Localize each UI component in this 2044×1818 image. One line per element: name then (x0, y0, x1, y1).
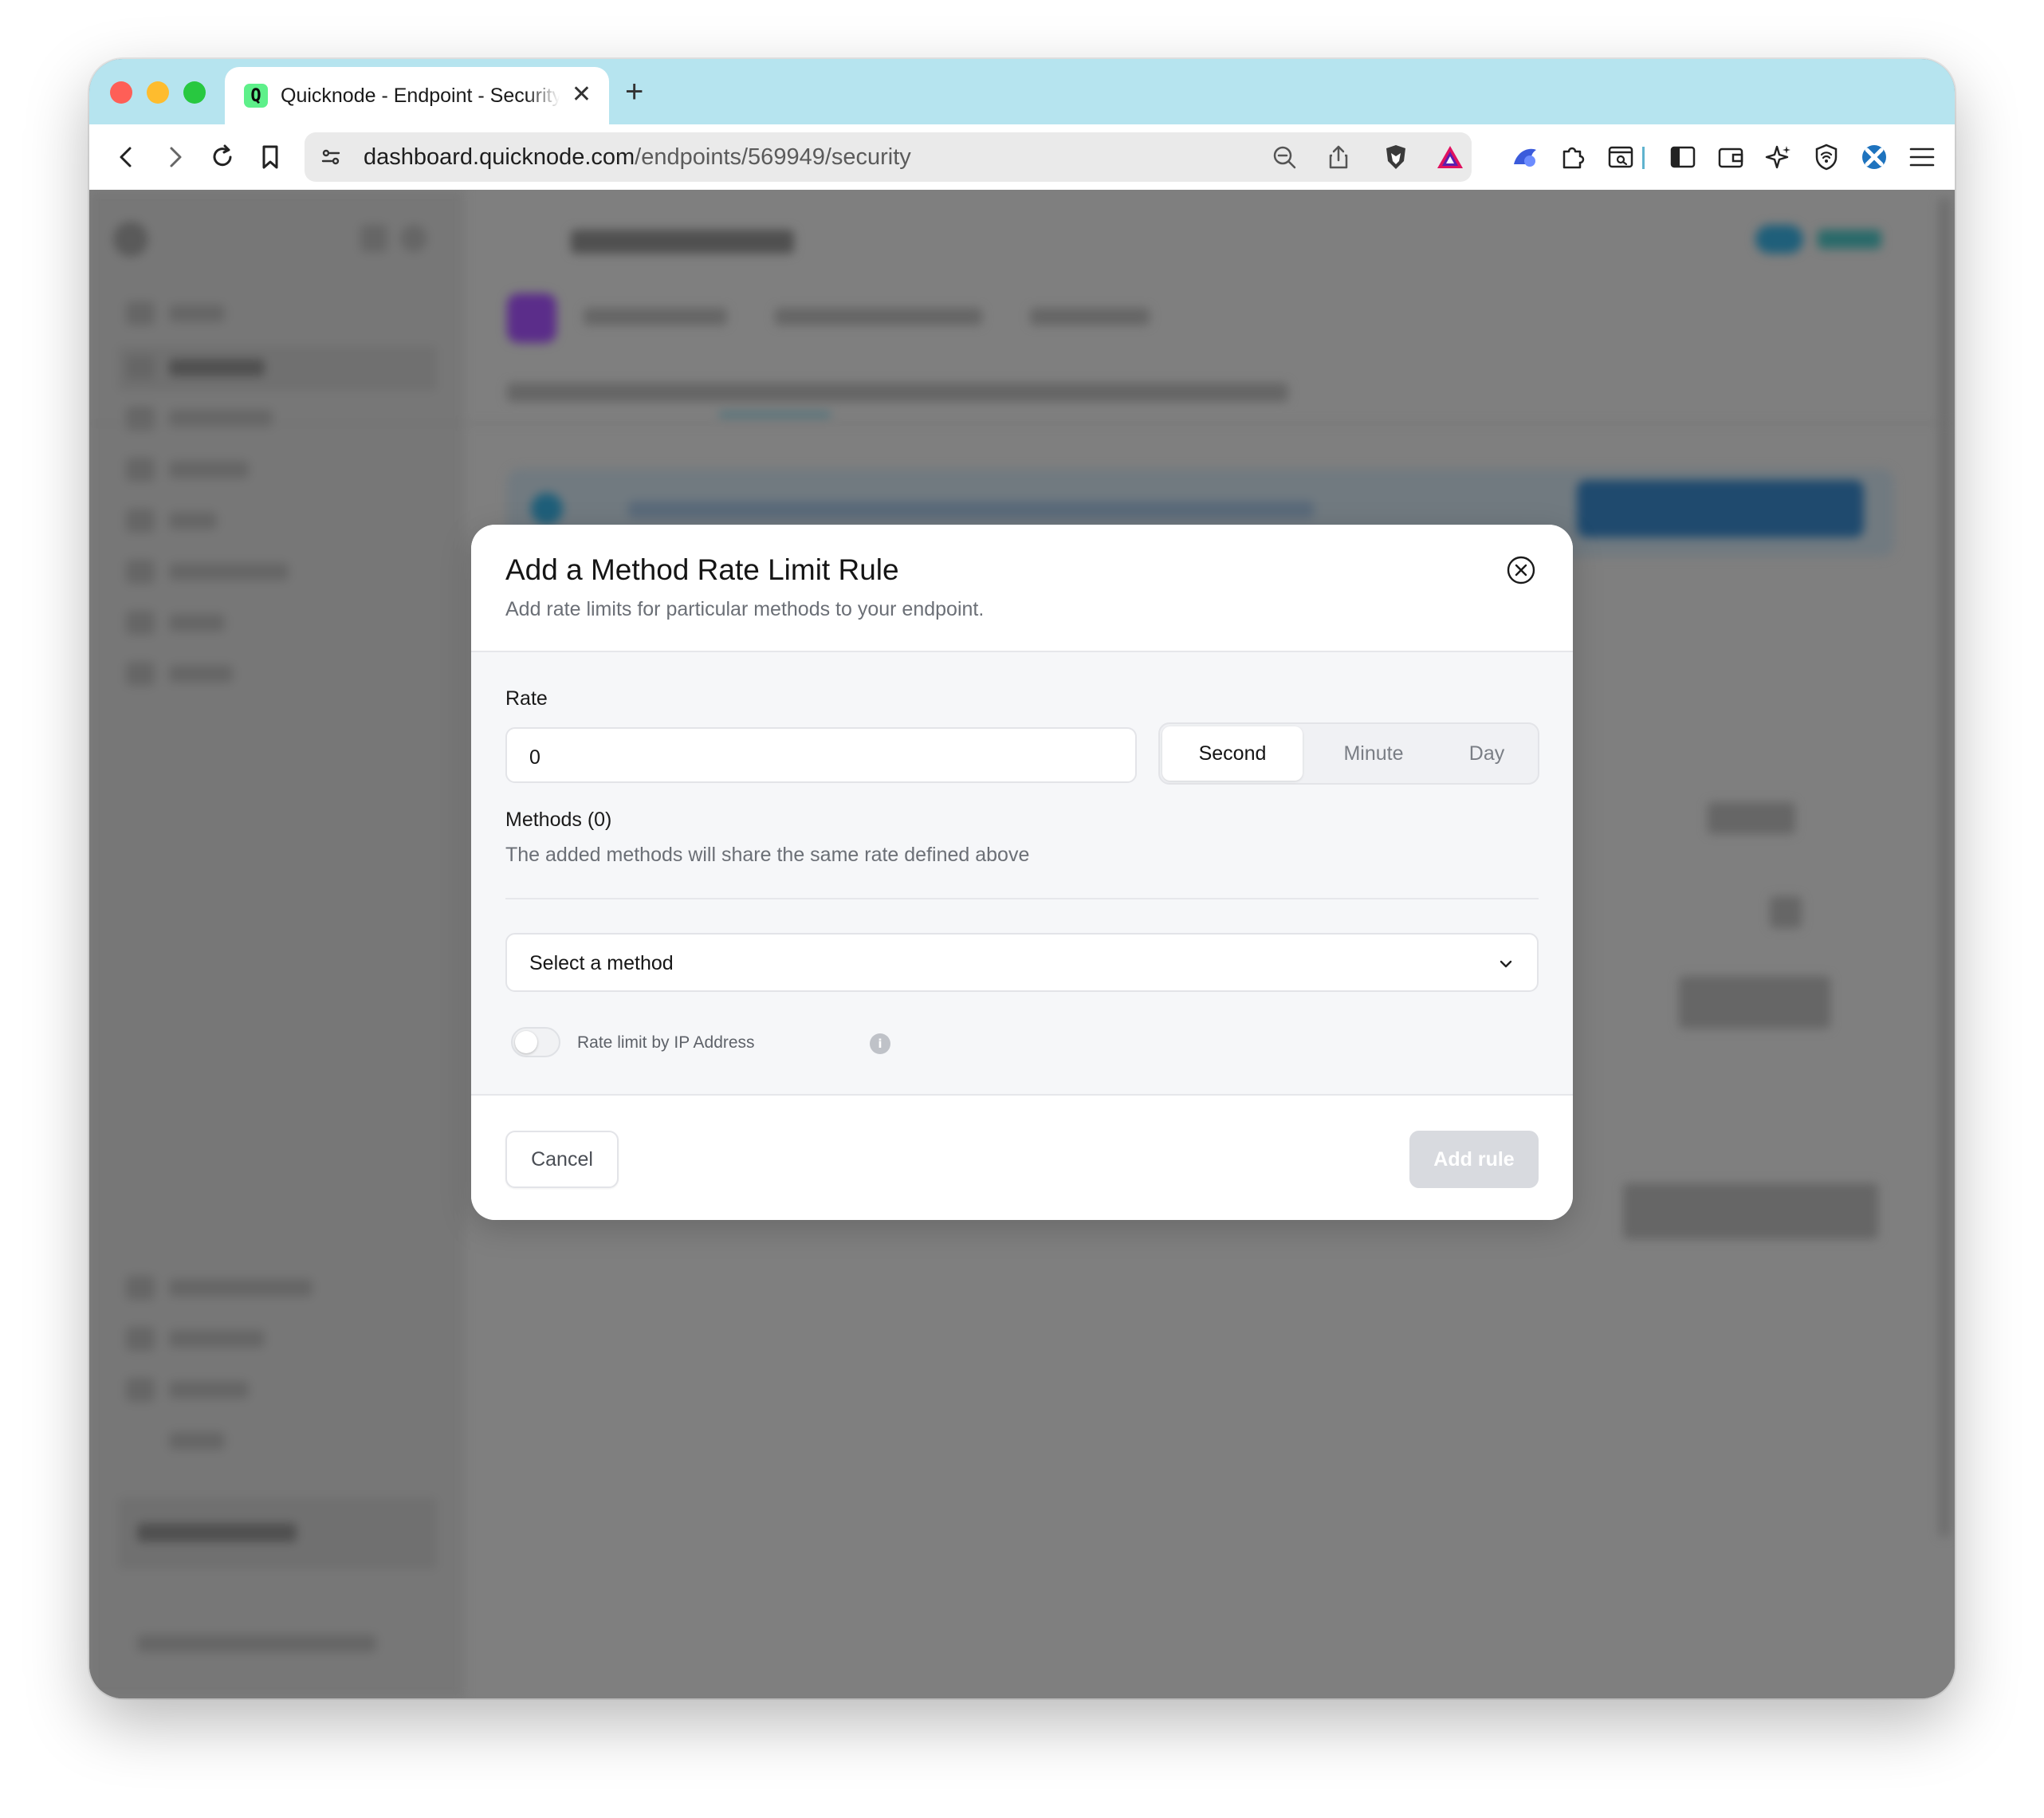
ip-rate-limit-toggle[interactable] (511, 1027, 560, 1057)
brave-rewards-icon[interactable] (1432, 139, 1468, 175)
forward-icon[interactable] (156, 139, 193, 175)
chevron-down-icon (1496, 954, 1516, 974)
cancel-button[interactable]: Cancel (505, 1131, 619, 1188)
url-host: dashboard.quicknode.com (364, 144, 635, 170)
rate-label: Rate (505, 687, 548, 710)
tab-title: Quicknode - Endpoint - Security (281, 84, 560, 107)
browser-toolbar: dashboard.quicknode.com/endpoints/569949… (89, 124, 1955, 191)
app-icon[interactable] (1856, 139, 1893, 175)
browser-tab[interactable]: Q Quicknode - Endpoint - Security ✕ (225, 67, 609, 124)
unit-day-button[interactable]: Day (1437, 726, 1537, 781)
sidebar-icon[interactable] (1665, 139, 1701, 175)
method-select-placeholder: Select a method (529, 952, 674, 974)
modal-header: Add a Method Rate Limit Rule Add rate li… (471, 525, 1573, 652)
wallet-icon[interactable] (1712, 139, 1749, 175)
unit-second-button[interactable]: Second (1162, 726, 1303, 781)
reload-icon[interactable] (204, 139, 241, 175)
url-text[interactable]: dashboard.quicknode.com/endpoints/569949… (364, 144, 911, 171)
rate-unit-selector: Second Minute Day (1158, 722, 1539, 785)
brave-shield-icon[interactable] (1378, 139, 1414, 175)
tab-strip: Q Quicknode - Endpoint - Security ✕ + (89, 59, 1955, 124)
modal-title: Add a Method Rate Limit Rule (505, 553, 899, 586)
methods-help-text: The added methods will share the same ra… (505, 844, 1030, 866)
tab-close-icon[interactable]: ✕ (572, 83, 592, 107)
toggle-knob (515, 1031, 537, 1053)
unit-minute-button[interactable]: Minute (1311, 726, 1437, 781)
divider (505, 898, 1539, 899)
bookmark-icon[interactable] (252, 139, 289, 175)
share-icon[interactable] (1320, 139, 1357, 175)
rate-limit-modal: Add a Method Rate Limit Rule Add rate li… (471, 525, 1573, 1220)
new-tab-icon[interactable]: + (625, 73, 643, 110)
minimize-window-button[interactable] (147, 81, 169, 104)
menu-icon[interactable] (1904, 139, 1940, 175)
method-select[interactable]: Select a method (505, 933, 1539, 992)
reader-icon[interactable] (1602, 139, 1639, 175)
extension-icon[interactable] (1507, 139, 1543, 175)
leo-icon[interactable] (1760, 139, 1797, 175)
ip-rate-limit-label: Rate limit by IP Address (577, 1033, 755, 1052)
browser-window: Q Quicknode - Endpoint - Security ✕ + da… (89, 59, 1955, 1698)
puzzle-icon[interactable] (1555, 139, 1591, 175)
vpn-icon[interactable] (1808, 139, 1845, 175)
zoom-out-icon[interactable] (1266, 139, 1303, 175)
site-settings-icon[interactable] (312, 139, 349, 175)
modal-footer: Cancel Add rule (471, 1094, 1573, 1220)
favicon: Q (244, 84, 268, 108)
info-icon[interactable]: i (870, 1033, 890, 1054)
back-icon[interactable] (108, 139, 145, 175)
rate-input[interactable]: 0 (505, 727, 1137, 783)
address-bar[interactable]: dashboard.quicknode.com/endpoints/569949… (305, 132, 1472, 182)
toolbar-separator (1642, 147, 1645, 169)
zoom-window-button[interactable] (183, 81, 206, 104)
url-path: /endpoints/569949/security (635, 144, 911, 170)
modal-subtitle: Add rate limits for particular methods t… (505, 598, 985, 620)
methods-label: Methods (0) (505, 809, 612, 831)
close-icon[interactable] (1506, 555, 1536, 585)
add-rule-button[interactable]: Add rule (1409, 1131, 1539, 1188)
close-window-button[interactable] (110, 81, 132, 104)
